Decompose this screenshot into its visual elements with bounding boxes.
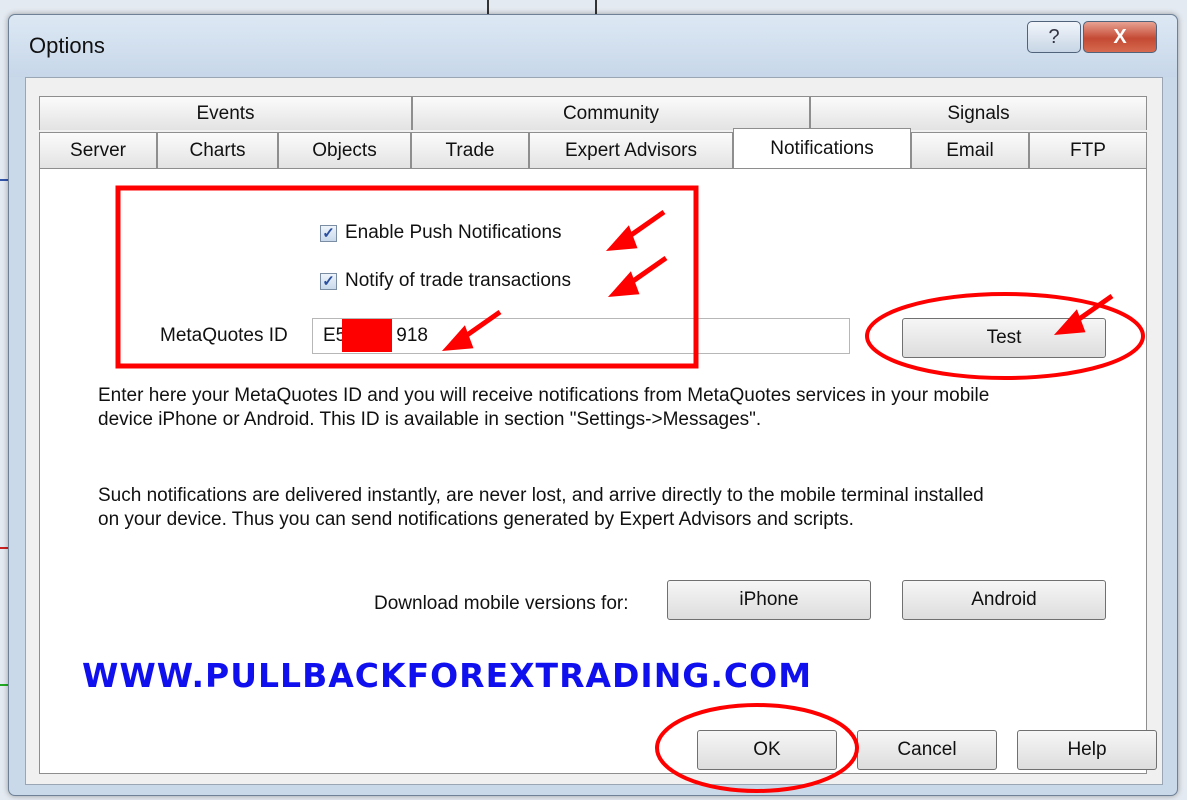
help-caption-button[interactable]: ? bbox=[1027, 21, 1081, 53]
tab-label: Community bbox=[562, 102, 660, 124]
tab-ftp[interactable]: FTP bbox=[1029, 132, 1147, 168]
tab-community[interactable]: Community bbox=[412, 96, 810, 130]
notify-trade-checkbox[interactable]: ✓ Notify of trade transactions bbox=[320, 270, 571, 292]
tab-label: Signals bbox=[947, 102, 1010, 124]
tab-label: Charts bbox=[189, 139, 246, 161]
dialog-title: Options bbox=[29, 33, 105, 58]
test-button[interactable]: Test bbox=[902, 318, 1106, 358]
metaquotes-id-suffix: 918 bbox=[396, 325, 428, 346]
cancel-button[interactable]: Cancel bbox=[857, 730, 997, 770]
tab-email[interactable]: Email bbox=[911, 132, 1029, 168]
check-icon: ✓ bbox=[322, 225, 335, 242]
download-label: Download mobile versions for: bbox=[374, 593, 629, 614]
tab-signals[interactable]: Signals bbox=[810, 96, 1147, 130]
checkbox-box: ✓ bbox=[320, 272, 337, 290]
help-button[interactable]: Help bbox=[1017, 730, 1157, 770]
tab-objects[interactable]: Objects bbox=[278, 132, 411, 168]
watermark-text: WWW.PULLBACKFOREXTRADING.COM bbox=[82, 656, 813, 695]
tab-label: Trade bbox=[445, 139, 495, 161]
enable-push-label: Enable Push Notifications bbox=[345, 222, 562, 243]
question-mark-icon: ? bbox=[1048, 25, 1060, 48]
enable-push-checkbox[interactable]: ✓ Enable Push Notifications bbox=[320, 222, 562, 244]
tab-label: Events bbox=[196, 102, 255, 124]
tab-server[interactable]: Server bbox=[39, 132, 157, 168]
check-icon: ✓ bbox=[322, 273, 335, 290]
redaction-block bbox=[342, 319, 392, 352]
tab-expert-advisors[interactable]: Expert Advisors bbox=[529, 132, 733, 168]
close-icon: X bbox=[1113, 25, 1127, 48]
tab-label: Expert Advisors bbox=[565, 139, 697, 161]
checkbox-box: ✓ bbox=[320, 224, 337, 242]
metaquotes-id-input[interactable]: E5 918 bbox=[312, 318, 850, 354]
title-bar: Options ? X bbox=[9, 15, 1177, 77]
ok-button[interactable]: OK bbox=[697, 730, 837, 770]
tab-label: Notifications bbox=[770, 137, 874, 159]
tab-label: Email bbox=[946, 139, 994, 161]
info-paragraph-2: Such notifications are delivered instant… bbox=[98, 484, 984, 532]
iphone-button[interactable]: iPhone bbox=[667, 580, 871, 620]
tab-charts[interactable]: Charts bbox=[157, 132, 278, 168]
tab-label: Server bbox=[70, 139, 126, 161]
tab-trade[interactable]: Trade bbox=[411, 132, 529, 168]
info-line: Enter here your MetaQuotes ID and you wi… bbox=[98, 385, 990, 406]
tab-events[interactable]: Events bbox=[39, 96, 412, 130]
tab-label: Objects bbox=[312, 139, 377, 161]
tab-label: FTP bbox=[1070, 139, 1106, 161]
close-button[interactable]: X bbox=[1083, 21, 1157, 53]
notify-trade-label: Notify of trade transactions bbox=[345, 270, 571, 291]
info-line: on your device. Thus you can send notifi… bbox=[98, 509, 854, 530]
tab-notifications[interactable]: Notifications bbox=[733, 128, 911, 168]
info-line: device iPhone or Android. This ID is ava… bbox=[98, 409, 762, 430]
metaquotes-id-label: MetaQuotes ID bbox=[160, 325, 288, 346]
android-button[interactable]: Android bbox=[902, 580, 1106, 620]
info-paragraph-1: Enter here your MetaQuotes ID and you wi… bbox=[98, 384, 989, 432]
info-line: Such notifications are delivered instant… bbox=[98, 485, 984, 506]
